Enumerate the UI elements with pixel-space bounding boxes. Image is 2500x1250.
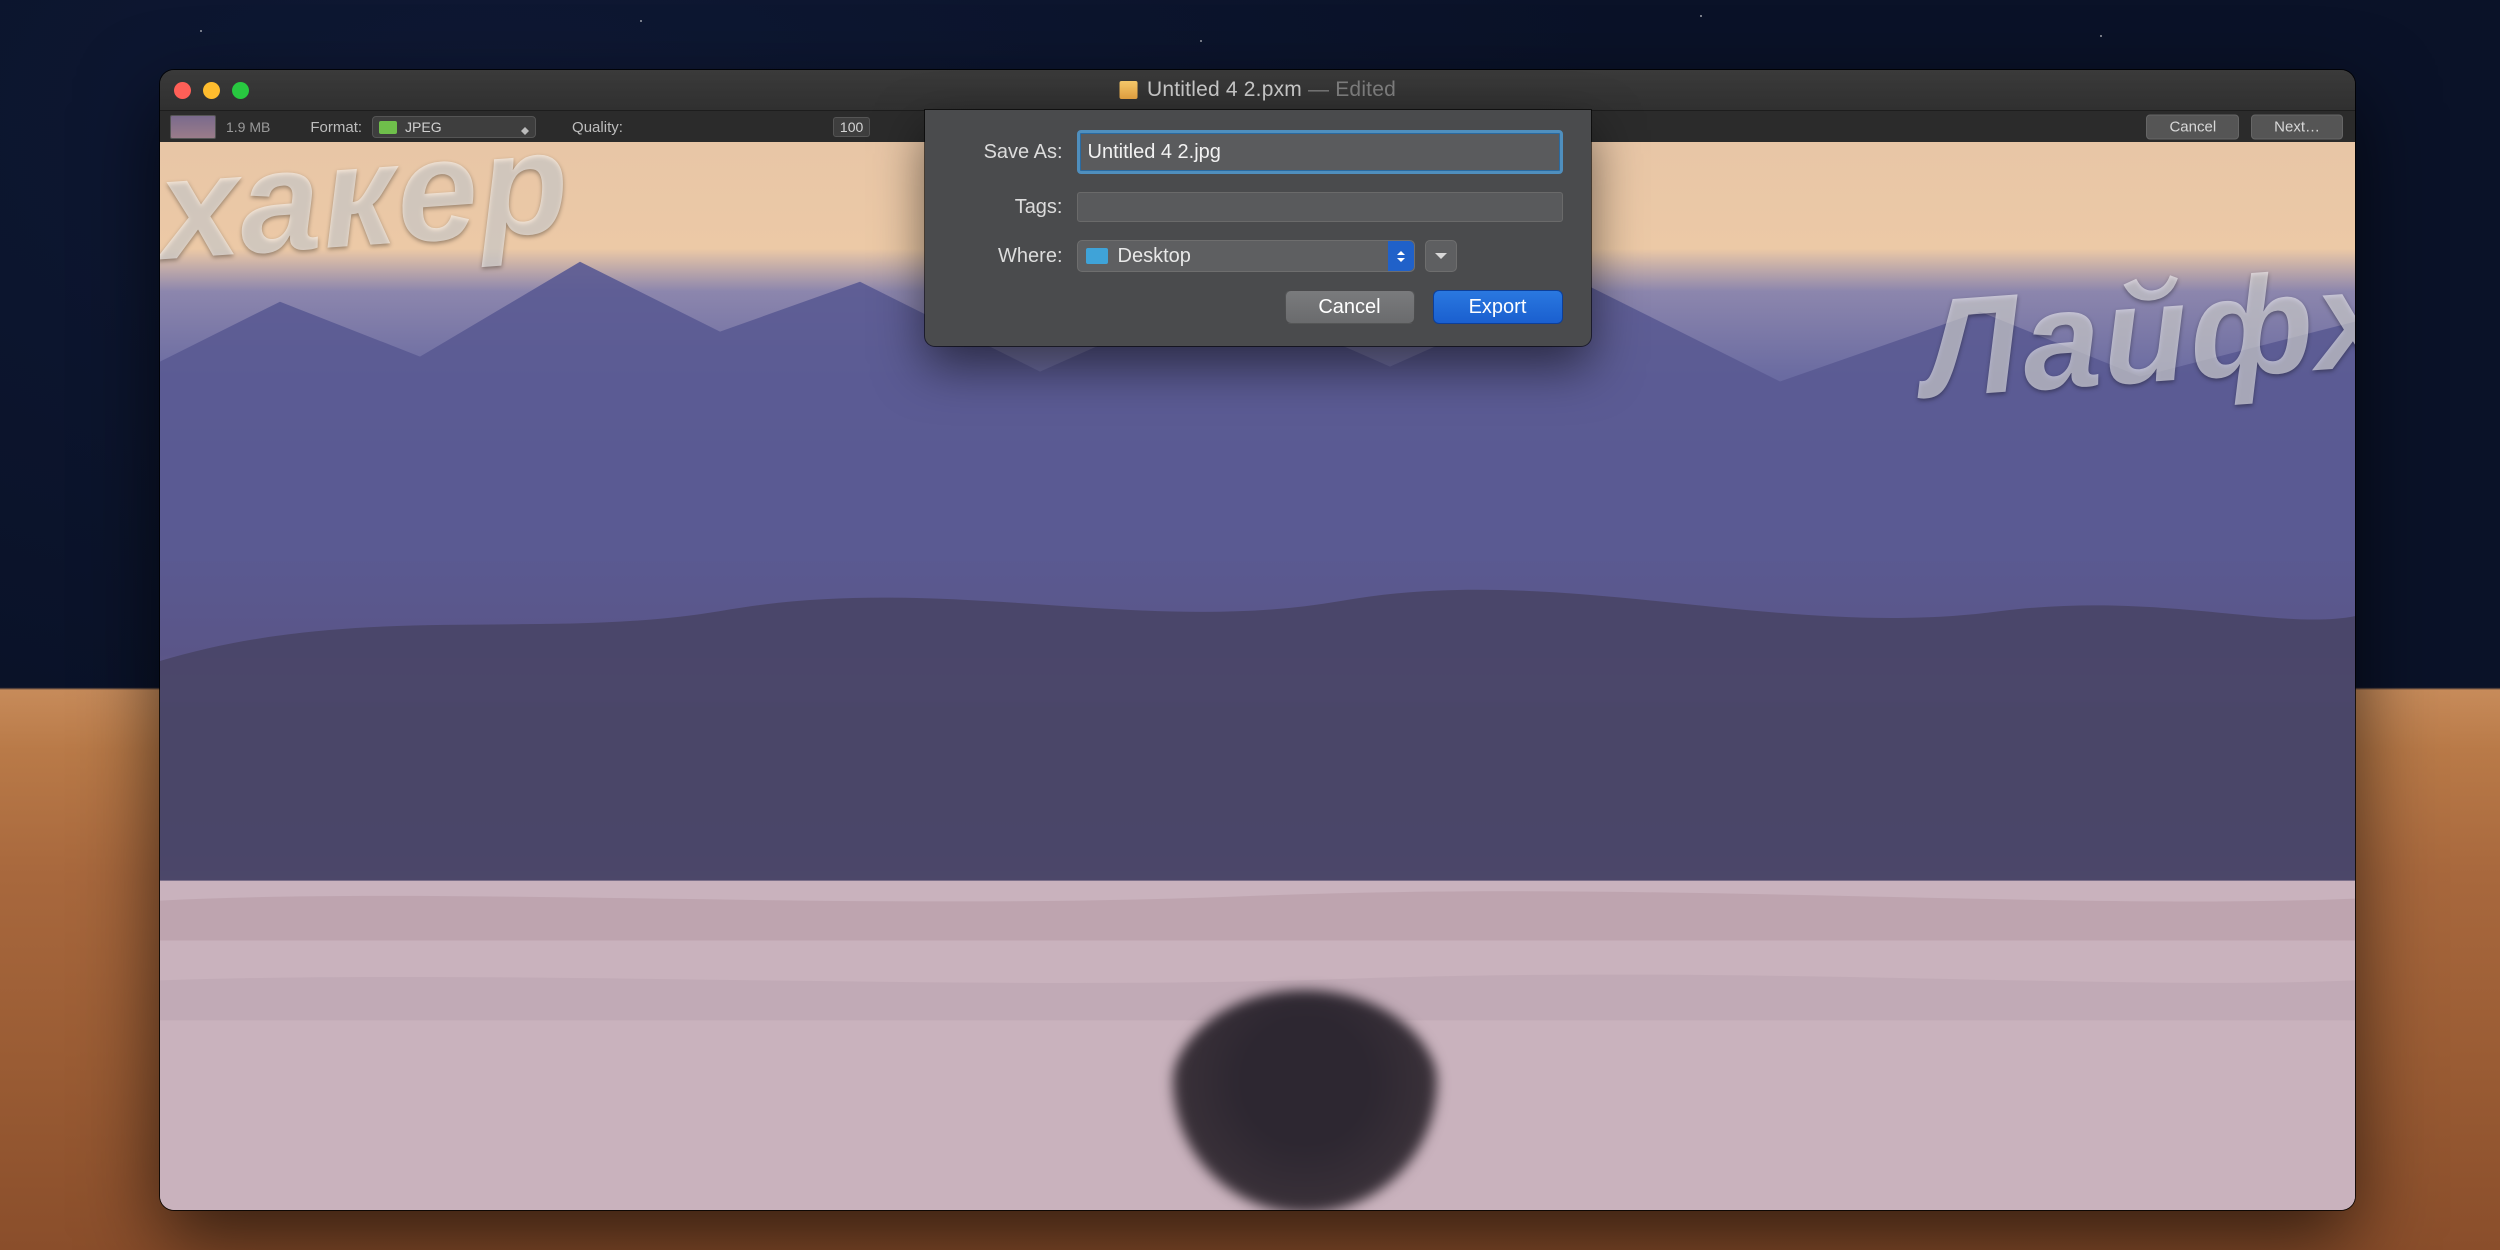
close-window-button[interactable] [174,82,191,99]
document-thumbnail [170,115,216,139]
saveas-input[interactable] [1077,130,1563,174]
app-window: Untitled 4 2.pxm — Edited 1.9 MB Format:… [160,70,2355,1210]
save-dialog: Save As: Tags: Where: Desktop Cancel Exp… [925,110,1591,346]
quality-label: Quality: [572,119,623,136]
where-select[interactable]: Desktop [1077,240,1415,272]
toolbar-next-button[interactable]: Next… [2251,115,2343,140]
toolbar-cancel-button[interactable]: Cancel [2146,115,2239,140]
format-value: JPEG [405,119,442,135]
title-edited-suffix: — Edited [1302,78,1396,101]
quality-value[interactable]: 100 [833,117,870,137]
traffic-lights [174,82,249,99]
format-icon [379,121,397,134]
folder-icon [1086,248,1108,264]
chevron-updown-icon [1388,241,1414,271]
person-silhouette [1170,990,1440,1210]
title-filename: Untitled 4 2.pxm [1147,78,1302,101]
window-titlebar: Untitled 4 2.pxm — Edited [160,70,2355,111]
format-label: Format: [310,119,362,136]
dialog-cancel-button[interactable]: Cancel [1285,290,1415,324]
window-title: Untitled 4 2.pxm — Edited [1119,78,1396,102]
document-icon [1119,81,1137,99]
filesize-text: 1.9 MB [226,119,270,135]
tags-label: Tags: [953,196,1063,219]
tags-input[interactable] [1077,192,1563,222]
expand-dialog-button[interactable] [1425,240,1457,272]
saveas-label: Save As: [953,141,1063,164]
format-select[interactable]: JPEG [372,116,536,138]
where-value: Desktop [1118,245,1191,268]
minimize-window-button[interactable] [203,82,220,99]
dialog-export-button[interactable]: Export [1433,290,1563,324]
zoom-window-button[interactable] [232,82,249,99]
where-label: Where: [953,245,1063,268]
